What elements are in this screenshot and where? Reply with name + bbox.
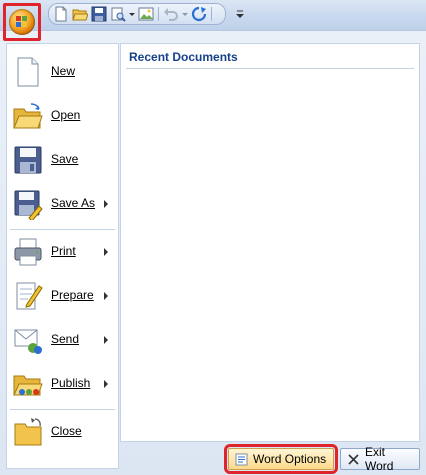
menu-item-label: Publish: [51, 376, 91, 390]
word-options-label: Word Options: [253, 452, 327, 466]
save-disk-icon[interactable]: [91, 6, 107, 22]
close-icon: [347, 453, 360, 466]
recent-documents-divider: [126, 68, 414, 69]
menu-item-send[interactable]: Send: [7, 318, 118, 362]
word-options-icon: [235, 453, 248, 466]
toolbar-separator: [211, 7, 212, 21]
save-disk-icon: [13, 144, 43, 176]
chevron-down-icon[interactable]: [129, 6, 135, 22]
menu-item-label: Save: [51, 152, 79, 166]
open-folder-icon: [13, 100, 43, 132]
menu-item-label: Prepare: [51, 288, 94, 302]
print-preview-icon[interactable]: [110, 6, 126, 22]
menu-item-new[interactable]: New: [7, 50, 118, 94]
menu-item-close[interactable]: Close: [7, 410, 118, 454]
office-button[interactable]: [3, 3, 41, 41]
menu-item-save-as[interactable]: Save As: [7, 182, 118, 226]
publish-icon: [13, 368, 43, 400]
recent-documents-panel: Recent Documents: [120, 43, 420, 442]
word-options-button[interactable]: Word Options: [224, 444, 338, 474]
undo-icon[interactable]: [163, 6, 179, 22]
open-folder-icon[interactable]: [72, 6, 89, 22]
recent-documents-title: Recent Documents: [129, 50, 238, 64]
menu-item-label: Print: [51, 244, 76, 258]
new-document-icon: [13, 56, 43, 88]
menu-commands-panel: New Open Save Save As Print Prepare Send…: [6, 43, 119, 469]
office-menu: New Open Save Save As Print Prepare Send…: [0, 30, 426, 475]
submenu-arrow-icon: [104, 248, 108, 256]
menu-item-label: Close: [51, 424, 82, 438]
submenu-arrow-icon: [104, 292, 108, 300]
menu-item-label: Open: [51, 108, 81, 122]
exit-word-label: Exit Word: [365, 445, 394, 473]
title-bar: [0, 0, 426, 31]
insert-picture-icon[interactable]: [138, 6, 154, 22]
submenu-arrow-icon: [104, 336, 108, 344]
toolbar-separator: [158, 7, 159, 21]
send-icon: [13, 324, 43, 356]
submenu-arrow-icon: [104, 380, 108, 388]
menu-item-label: Save As: [51, 196, 96, 210]
office-logo-icon: [9, 9, 35, 35]
printer-icon: [13, 236, 43, 268]
menu-item-print[interactable]: Print: [7, 230, 118, 274]
redo-icon[interactable]: [191, 6, 207, 22]
menu-item-label: Send: [51, 332, 80, 346]
close-folder-icon: [13, 416, 43, 448]
new-document-icon[interactable]: [53, 6, 69, 22]
menu-item-open[interactable]: Open: [7, 94, 118, 138]
menu-item-save[interactable]: Save: [7, 138, 118, 182]
menu-item-publish[interactable]: Publish: [7, 362, 118, 406]
prepare-icon: [13, 280, 43, 312]
menu-item-prepare[interactable]: Prepare: [7, 274, 118, 318]
save-as-icon: [13, 188, 43, 222]
exit-word-button[interactable]: Exit Word: [340, 445, 420, 473]
chevron-down-icon[interactable]: [182, 6, 188, 22]
quick-access-toolbar: [48, 3, 226, 25]
menu-item-label: New: [51, 64, 76, 78]
submenu-arrow-icon: [104, 200, 108, 208]
customize-dropdown-icon[interactable]: [232, 6, 248, 22]
